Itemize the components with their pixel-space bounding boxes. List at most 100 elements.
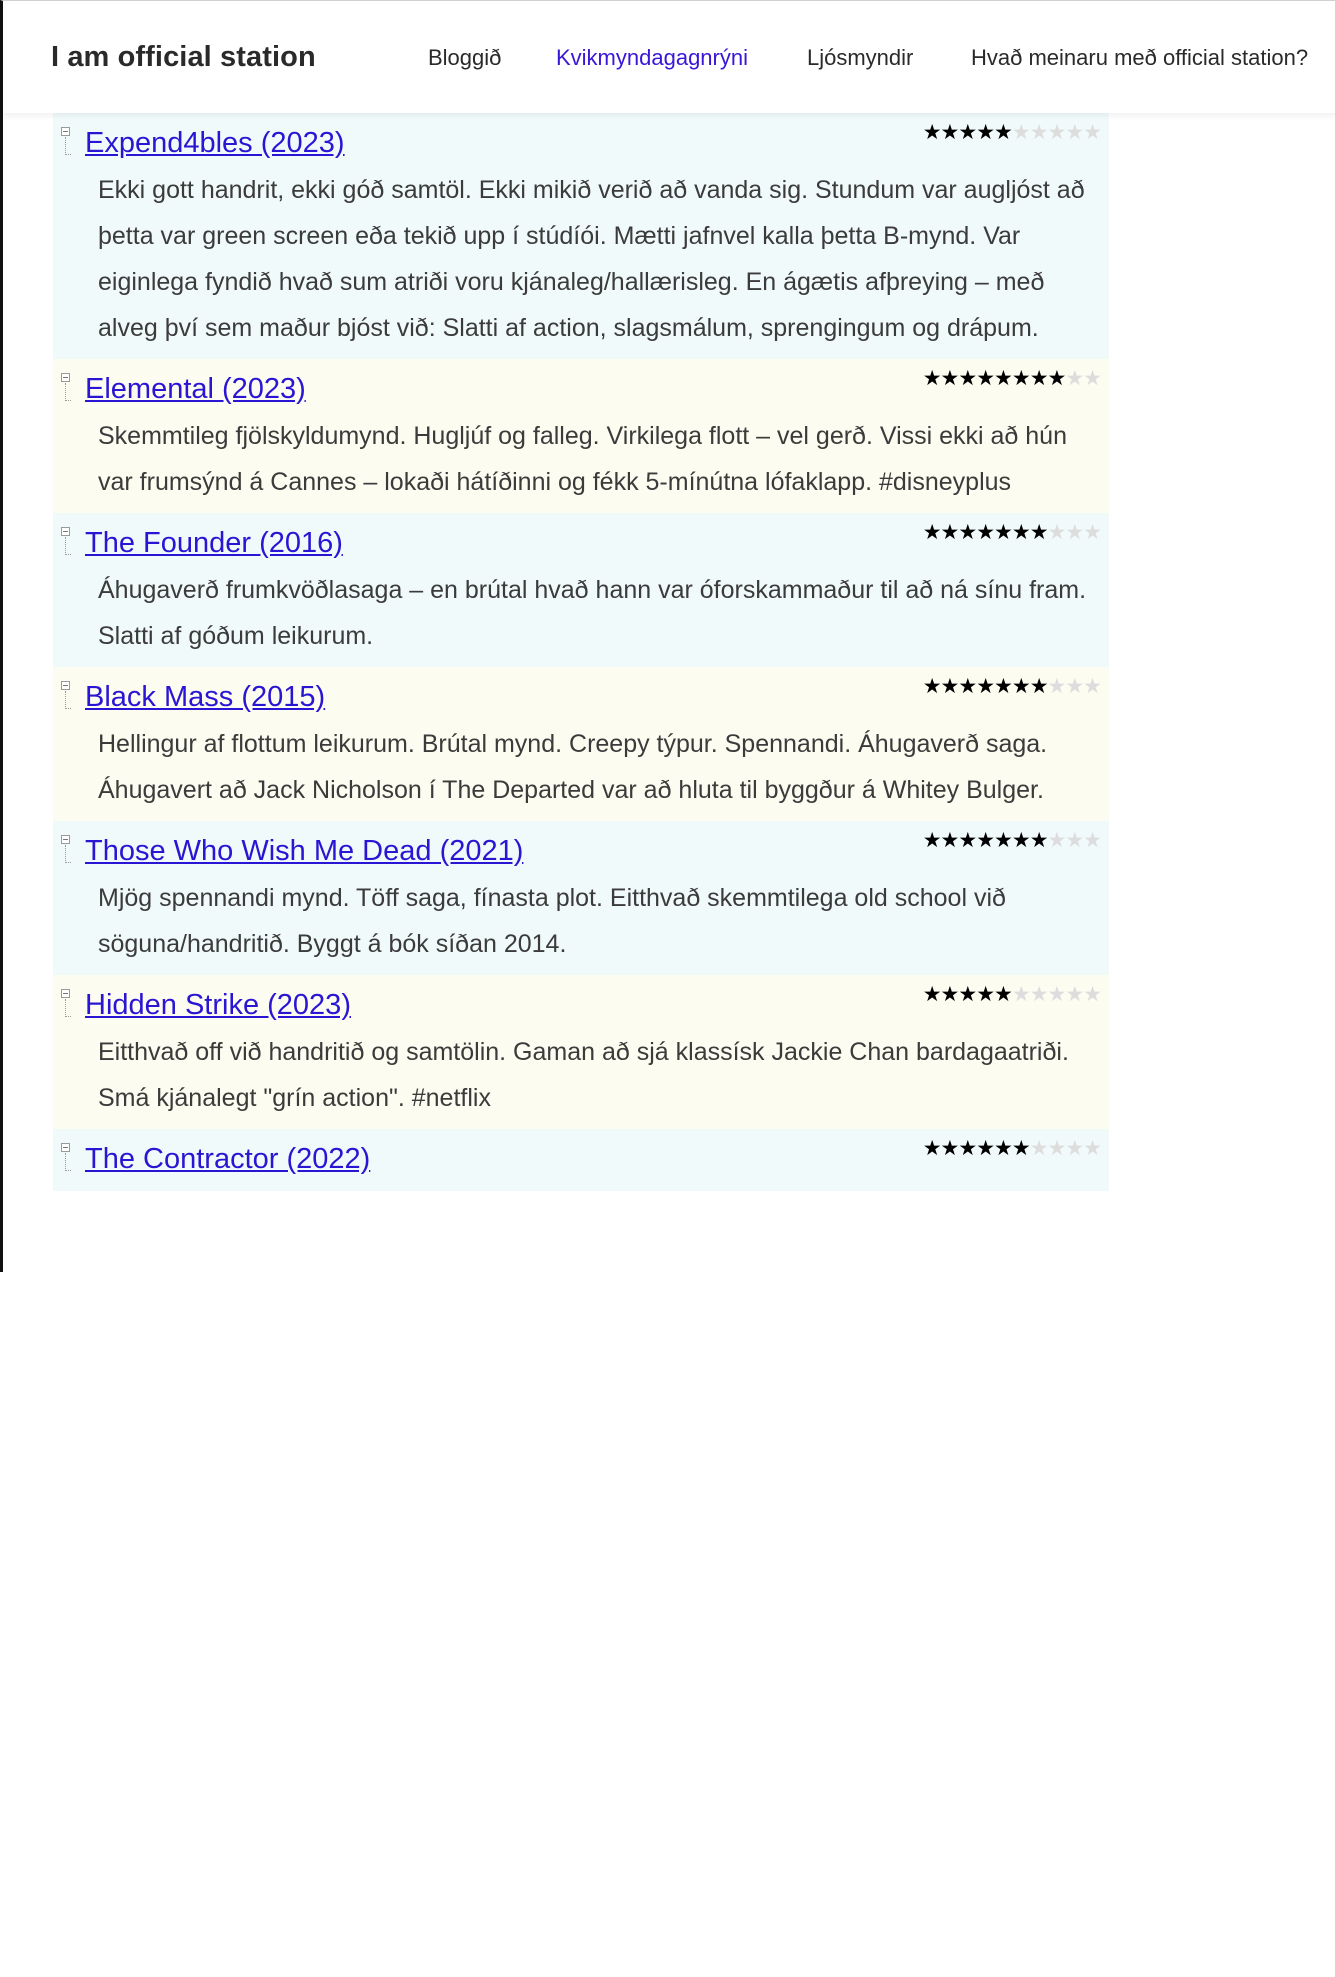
review-item: Elemental (2023) ★★★★★★★★★★ Skemmtileg f… — [53, 359, 1109, 513]
star-icon: ★ — [976, 828, 995, 852]
star-icon: ★ — [1047, 520, 1067, 544]
star-icon: ★ — [1083, 828, 1102, 852]
star-rating: ★★★★★★★★★★ — [922, 120, 1102, 144]
nav-item-official-station[interactable]: Hvað meinaru með official station? — [971, 45, 1308, 71]
star-icon: ★ — [1065, 120, 1084, 144]
star-icon: ★ — [940, 982, 960, 1006]
star-icon: ★ — [994, 1136, 1013, 1160]
star-icon: ★ — [976, 674, 995, 698]
star-icon: ★ — [1083, 520, 1102, 544]
star-icon: ★ — [1047, 366, 1067, 390]
star-icon: ★ — [1065, 1136, 1084, 1160]
review-title-link[interactable]: The Contractor (2022) — [85, 1139, 885, 1179]
star-icon: ★ — [976, 366, 995, 390]
star-icon: ★ — [1029, 674, 1049, 698]
star-rating: ★★★★★★★★★★ — [922, 674, 1102, 698]
review-text: Hellingur af flottum leikurum. Brútal my… — [98, 730, 1048, 804]
star-icon: ★ — [1047, 120, 1067, 144]
star-icon: ★ — [958, 1136, 977, 1160]
star-icon: ★ — [976, 1136, 995, 1160]
star-icon: ★ — [958, 520, 977, 544]
star-icon: ★ — [940, 674, 960, 698]
star-icon: ★ — [994, 520, 1013, 544]
star-icon: ★ — [976, 120, 995, 144]
review-item: Black Mass (2015) ★★★★★★★★★★ Hellingur a… — [53, 667, 1109, 821]
star-icon: ★ — [1029, 120, 1049, 144]
star-icon: ★ — [1065, 674, 1084, 698]
star-icon: ★ — [1011, 982, 1031, 1006]
review-text: Skemmtileg fjölskyldumynd. Hugljúf og fa… — [98, 422, 1067, 496]
star-icon: ★ — [958, 828, 977, 852]
review-item: The Founder (2016) ★★★★★★★★★★ Áhugaverð … — [53, 513, 1109, 667]
star-icon: ★ — [976, 982, 995, 1006]
star-rating: ★★★★★★★★★★ — [923, 1136, 1102, 1160]
star-icon: ★ — [922, 366, 942, 390]
review-title-link[interactable]: Black Mass (2015) — [85, 677, 885, 717]
star-icon: ★ — [922, 520, 942, 544]
star-icon: ★ — [1029, 366, 1049, 390]
star-icon: ★ — [1011, 828, 1031, 852]
review-text: Eitthvað off við handritið og samtölin. … — [98, 1038, 1069, 1112]
star-icon: ★ — [1065, 828, 1084, 852]
tree-collapse-icon[interactable] — [61, 835, 71, 863]
star-icon: ★ — [994, 674, 1013, 698]
site-title[interactable]: I am official station — [51, 41, 316, 74]
review-title-link[interactable]: Those Who Wish Me Dead (2021) — [85, 831, 885, 871]
star-icon: ★ — [922, 674, 942, 698]
star-rating: ★★★★★★★★★★ — [923, 828, 1102, 852]
star-icon: ★ — [1065, 520, 1084, 544]
star-icon: ★ — [1011, 520, 1031, 544]
star-icon: ★ — [1047, 982, 1067, 1006]
nav-item-kvikmyndagagnryni[interactable]: Kvikmyndagagnrýni — [556, 45, 748, 71]
star-icon: ★ — [958, 982, 977, 1006]
tree-collapse-icon[interactable] — [61, 1143, 71, 1171]
star-icon: ★ — [1083, 120, 1102, 144]
star-icon: ★ — [1047, 674, 1067, 698]
star-icon: ★ — [976, 520, 995, 544]
review-title-link[interactable]: Elemental (2023) — [85, 369, 885, 409]
review-text: Áhugaverð frumkvöðlasaga – en brútal hva… — [98, 576, 1087, 650]
star-icon: ★ — [1029, 1136, 1049, 1160]
review-title-link[interactable]: Expend4bles (2023) — [85, 123, 885, 163]
star-icon: ★ — [1011, 1136, 1031, 1160]
review-list: Expend4bles (2023) ★★★★★★★★★★ Ekki gott … — [53, 113, 1109, 1191]
star-icon: ★ — [940, 828, 960, 852]
review-title-link[interactable]: Hidden Strike (2023) — [85, 985, 885, 1025]
nav-item-ljosmyndir[interactable]: Ljósmyndir — [807, 45, 913, 71]
star-icon: ★ — [994, 828, 1013, 852]
tree-collapse-icon[interactable] — [61, 989, 71, 1017]
star-icon: ★ — [958, 674, 977, 698]
browser-viewport: I am official station Bloggið Kvikmyndag… — [0, 0, 1335, 1272]
review-item: The Contractor (2022) ★★★★★★★★★★ — [53, 1129, 1109, 1191]
star-icon: ★ — [1011, 674, 1031, 698]
site-header: I am official station Bloggið Kvikmyndag… — [3, 1, 1335, 113]
tree-collapse-icon[interactable] — [61, 373, 71, 401]
star-icon: ★ — [994, 366, 1013, 390]
tree-collapse-icon[interactable] — [61, 527, 71, 555]
star-icon: ★ — [1029, 520, 1049, 544]
star-icon: ★ — [940, 120, 960, 144]
review-title-link[interactable]: The Founder (2016) — [85, 523, 885, 563]
star-icon: ★ — [940, 366, 960, 390]
tree-collapse-icon[interactable] — [61, 127, 71, 155]
star-rating: ★★★★★★★★★★ — [922, 366, 1102, 390]
star-icon: ★ — [1083, 366, 1102, 390]
star-icon: ★ — [958, 366, 977, 390]
tree-collapse-icon[interactable] — [61, 681, 71, 709]
star-icon: ★ — [1011, 120, 1031, 144]
review-text: Mjög spennandi mynd. Töff saga, fínasta … — [98, 884, 1006, 958]
star-icon: ★ — [1083, 674, 1102, 698]
star-icon: ★ — [1011, 366, 1031, 390]
star-icon: ★ — [958, 120, 977, 144]
star-icon: ★ — [1065, 982, 1084, 1006]
review-item: Hidden Strike (2023) ★★★★★★★★★★ Eitthvað… — [53, 975, 1109, 1129]
star-icon: ★ — [940, 1136, 960, 1160]
star-icon: ★ — [1047, 1136, 1067, 1160]
review-item: Expend4bles (2023) ★★★★★★★★★★ Ekki gott … — [53, 113, 1109, 359]
star-icon: ★ — [1083, 982, 1102, 1006]
star-icon: ★ — [922, 120, 942, 144]
nav-item-bloggid[interactable]: Bloggið — [428, 45, 501, 71]
star-icon: ★ — [994, 120, 1013, 144]
star-icon: ★ — [922, 982, 942, 1006]
star-rating: ★★★★★★★★★★ — [922, 520, 1102, 544]
